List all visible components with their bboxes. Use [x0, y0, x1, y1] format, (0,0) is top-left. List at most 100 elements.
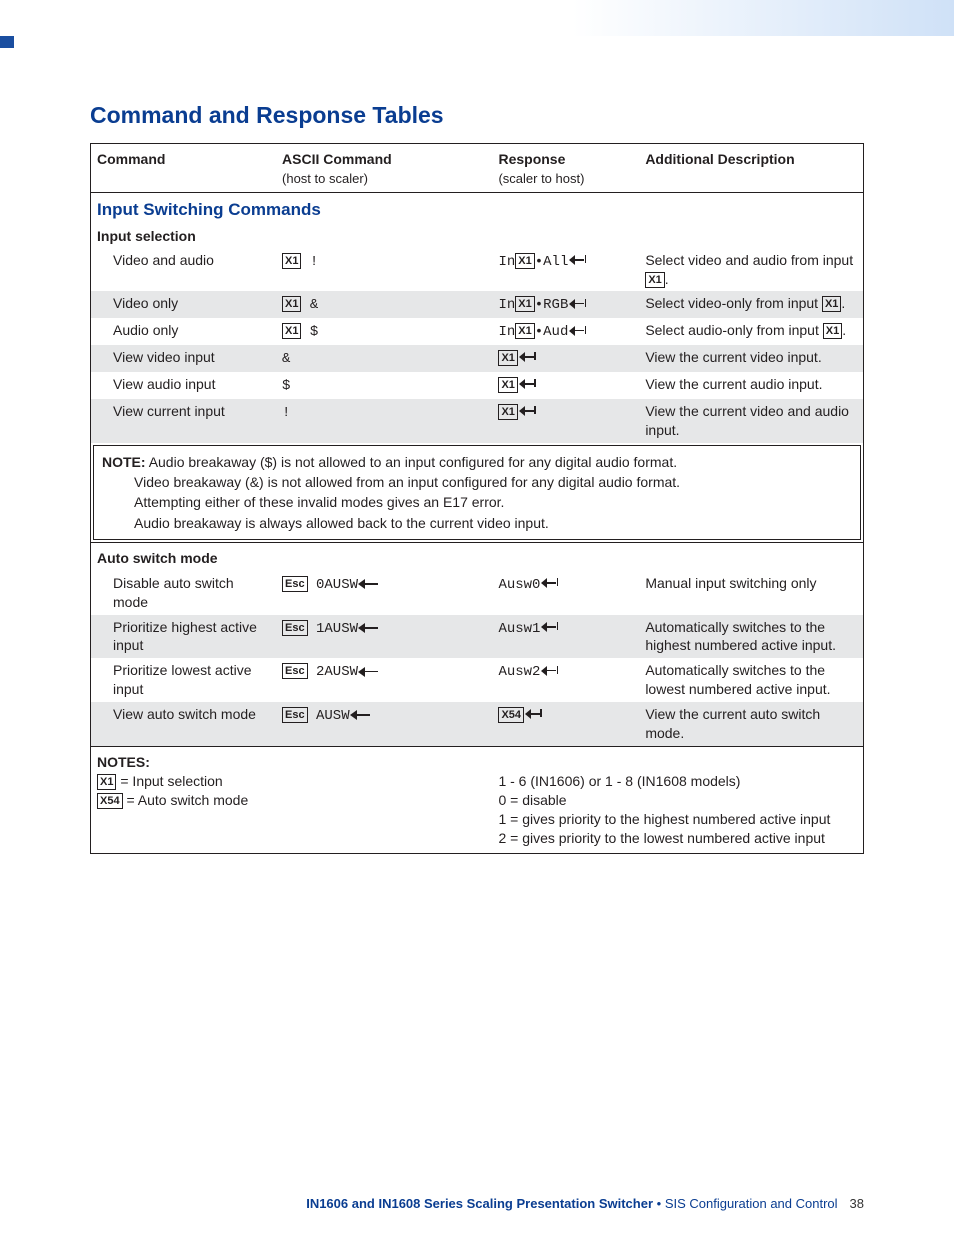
cell-desc: Select video-only from input X1. [639, 291, 863, 318]
key-box: X1 [515, 296, 534, 312]
cell-desc: View the current video and audio input. [639, 399, 863, 443]
footer-title: IN1606 and IN1608 Series Scaling Present… [306, 1196, 653, 1211]
cell-command: Prioritize highest active input [91, 615, 277, 659]
cell-response: X1 [492, 399, 639, 443]
section-input-switching: Input Switching Commands [91, 192, 864, 224]
key-box: X1 [498, 377, 517, 393]
notes-line: 1 - 6 (IN1606) or 1 - 8 (IN1608 models) [498, 772, 857, 791]
note-line: Attempting either of these invalid modes… [102, 492, 852, 512]
cell-command: Disable auto switch mode [91, 571, 277, 615]
page-title: Command and Response Tables [90, 102, 864, 129]
key-box: X1 [282, 253, 301, 269]
notes-line: 2 = gives priority to the lowest numbere… [498, 829, 857, 848]
cell-desc: Select video and audio from input X1. [639, 248, 863, 292]
cell-response: X54 [492, 702, 639, 746]
note-line: Audio breakaway ($) is not allowed to an… [149, 454, 677, 470]
table-row: Audio onlyX1 $InX1•AudSelect audio-only … [91, 318, 864, 345]
cell-command: View audio input [91, 372, 277, 399]
arrow-left-icon [358, 623, 378, 633]
table-row: Prioritize highest active inputEsc 1AUSW… [91, 615, 864, 659]
cell-ascii: ! [276, 399, 492, 443]
return-icon [570, 255, 588, 267]
return-icon [520, 379, 538, 391]
cell-response: Ausw1 [492, 615, 639, 659]
cell-ascii: Esc 1AUSW [276, 615, 492, 659]
cell-command: Video and audio [91, 248, 277, 292]
cell-ascii: Esc 2AUSW [276, 658, 492, 702]
cell-response: Ausw0 [492, 571, 639, 615]
top-gradient-bar [0, 0, 954, 36]
side-accent [0, 36, 14, 48]
cell-response: InX1•RGB [492, 291, 639, 318]
cell-ascii: X1 ! [276, 248, 492, 292]
key-box: X1 [822, 296, 841, 312]
return-icon [542, 666, 560, 678]
key-box: X1 [515, 253, 534, 269]
cell-desc: View the current auto switch mode. [639, 702, 863, 746]
return-icon [570, 299, 588, 311]
table-row: Video onlyX1 &InX1•RGBSelect video-only … [91, 291, 864, 318]
cell-desc: Manual input switching only [639, 571, 863, 615]
cell-desc: Automatically switches to the lowest num… [639, 658, 863, 702]
cell-ascii: $ [276, 372, 492, 399]
key-box: X1 [515, 323, 534, 339]
key-box: X1 [645, 272, 664, 288]
cell-ascii: X1 $ [276, 318, 492, 345]
cell-response: InX1•Aud [492, 318, 639, 345]
return-icon [526, 709, 544, 721]
return-icon [542, 622, 560, 634]
notes-line: X54 = Auto switch mode [97, 791, 486, 810]
cell-desc: Select audio-only from input X1. [639, 318, 863, 345]
return-icon [542, 578, 560, 590]
cell-command: Video only [91, 291, 277, 318]
footer-page: 38 [838, 1196, 864, 1211]
cell-command: View current input [91, 399, 277, 443]
note-line: Audio breakaway is always allowed back t… [102, 513, 852, 533]
cell-ascii: Esc 0AUSW [276, 571, 492, 615]
cell-ascii: & [276, 345, 492, 372]
key-box: Esc [282, 707, 308, 723]
key-box: Esc [282, 663, 308, 679]
notes-row: NOTES: X1 = Input selectionX54 = Auto sw… [91, 746, 864, 853]
note-line: Video breakaway (&) is not allowed from … [102, 472, 852, 492]
table-row: View auto switch modeEsc AUSWX54View the… [91, 702, 864, 746]
cell-command: View auto switch mode [91, 702, 277, 746]
cell-desc: Automatically switches to the highest nu… [639, 615, 863, 659]
key-box: Esc [282, 620, 308, 636]
key-box: X1 [823, 323, 842, 339]
page: Command and Response Tables Command ASCI… [0, 0, 954, 1235]
notes-line: 1 = gives priority to the highest number… [498, 810, 857, 829]
th-command: Command [91, 144, 277, 193]
notes-label: NOTES: [97, 753, 486, 772]
cell-response: Ausw2 [492, 658, 639, 702]
cell-desc: View the current video input. [639, 345, 863, 372]
th-ascii: ASCII Command(host to scaler) [276, 144, 492, 193]
cell-response: InX1•All [492, 248, 639, 292]
key-box: X1 [498, 404, 517, 420]
return-icon [520, 406, 538, 418]
key-box: Esc [282, 576, 308, 592]
cell-ascii: Esc AUSW [276, 702, 492, 746]
cell-response: X1 [492, 372, 639, 399]
note-box: NOTE: Audio breakaway ($) is not allowed… [93, 445, 861, 540]
cell-command: View video input [91, 345, 277, 372]
arrow-left-icon [358, 579, 378, 589]
cell-command: Prioritize lowest active input [91, 658, 277, 702]
table-row: View video input&X1 View the current vide… [91, 345, 864, 372]
key-box: X1 [498, 350, 517, 366]
cell-desc: View the current audio input. [639, 372, 863, 399]
return-icon [570, 326, 588, 338]
key-box: X1 [282, 323, 301, 339]
notes-line: 0 = disable [498, 791, 857, 810]
table-row: View audio input$ X1 View the current audi… [91, 372, 864, 399]
arrow-left-icon [358, 667, 378, 677]
note-label: NOTE: [102, 454, 146, 470]
cell-response: X1 [492, 345, 639, 372]
footer: IN1606 and IN1608 Series Scaling Present… [90, 1196, 864, 1211]
cell-ascii: X1 & [276, 291, 492, 318]
table-row: Video and audioX1 !InX1•AllSelect video … [91, 248, 864, 292]
subsection-input-selection: Input selection [91, 225, 864, 248]
table-header-row: Command ASCII Command(host to scaler) Re… [91, 144, 864, 193]
table-row: View current input! X1 View the current vi… [91, 399, 864, 443]
table-row: Prioritize lowest active inputEsc 2AUSWA… [91, 658, 864, 702]
